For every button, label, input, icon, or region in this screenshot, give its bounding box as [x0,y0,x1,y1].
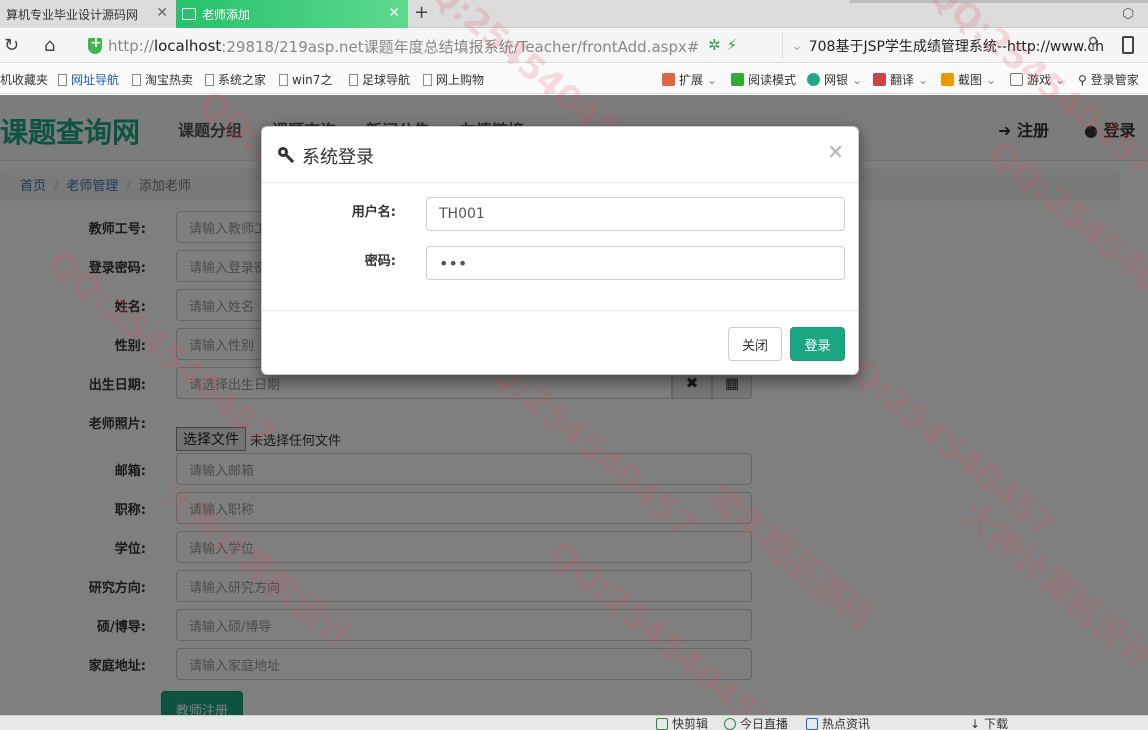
chevron-down-icon: ⌄ [852,72,863,87]
chevron-down-icon: ⌄ [918,72,929,87]
live-stream[interactable]: 今日直播 [724,716,788,730]
extensions-icon [662,73,675,86]
tab-label: 算机专业毕业设计源码网 [6,7,139,22]
browser-status-bar: 快剪辑 今日直播 热点资讯 ↓ 下载 [0,715,1148,730]
bookmark-taobao[interactable]: 淘宝热卖 [132,71,193,88]
search-icon: ⚲ [1078,72,1087,87]
doc-icon [132,73,141,86]
login-dialog: 系统登录 × 用户名: TH001 密码: ••• 关闭 登录 [261,126,859,375]
extensions-menu[interactable]: 扩展 ⌄ [662,71,717,88]
bookmark-bar: 机收藏夹 网址导航 淘宝热卖 系统之家 win7之 足球导航 网上购物 扩展 ⌄ … [0,64,1148,94]
password-input[interactable]: ••• [426,246,845,280]
security-shield-icon [88,35,102,54]
bookmark-football[interactable]: 足球导航 [349,71,410,88]
url-prefix: http:// [108,37,154,55]
reader-mode[interactable]: 阅读模式 [731,71,796,88]
bookmark-favorites[interactable]: 机收藏夹 [0,71,48,88]
book-icon [731,73,744,86]
chevron-down-icon[interactable]: ⌄ [791,38,803,54]
login-button[interactable]: 登录 [790,327,845,361]
chevron-down-icon: ⌄ [986,72,997,87]
doc-icon [423,73,432,86]
quick-clip[interactable]: 快剪辑 [656,716,708,730]
tab-close-icon[interactable]: ✕ [388,6,400,20]
screenshot-menu[interactable]: 截图 ⌄ [941,71,996,88]
phone-icon[interactable] [1122,36,1134,54]
games-menu[interactable]: 游戏 ⌄ [1010,71,1065,88]
tab-label: 老师添加 [202,7,251,22]
chevron-down-icon: ⌄ [1055,72,1066,87]
bank-icon [807,73,820,86]
browser-tab-bar: 算机专业毕业设计源码网 ✕ 老师添加 ✕ + ⬡ [0,0,1148,28]
search-text: 708基于JSP学生成绩管理系统--http://www.ch [808,39,1104,55]
dialog-title: 系统登录 [278,143,374,169]
new-tab-icon[interactable]: + [414,3,429,23]
translate-menu[interactable]: 翻译 ⌄ [873,71,928,88]
doc-icon [58,73,67,86]
close-button[interactable]: 关闭 [728,327,782,361]
dialog-header: 系统登录 × [262,127,858,183]
dialog-footer: 关闭 登录 [262,310,858,374]
translate-icon [873,73,886,86]
login-manager[interactable]: ⚲ 登录管家 [1078,71,1139,88]
doc-icon [349,73,358,86]
tab-close-icon[interactable]: ✕ [156,6,168,20]
bookmark-win7[interactable]: win7之 [279,71,332,88]
chevron-down-icon: ⌄ [707,72,718,87]
tab-source-code-site[interactable]: 算机专业毕业设计源码网 ✕ [0,0,176,28]
downloads[interactable]: ↓ 下载 [970,716,1008,730]
play-icon [724,717,736,730]
search-input[interactable]: ⌄ 708基于JSP学生成绩管理系统--http://www.ch [782,33,1112,59]
home-icon[interactable]: ⌂ [44,36,55,56]
username-input[interactable]: TH001 [426,197,845,231]
doc-icon [279,73,288,86]
close-icon[interactable]: × [827,141,844,161]
refresh-icon[interactable]: ↻ [4,36,19,56]
password-label: 密码: [364,254,396,269]
news-icon [806,717,818,730]
username-label: 用户名: [351,205,396,220]
key-icon [278,147,296,165]
hot-news[interactable]: 热点资讯 [806,716,870,730]
bookmark-system-home[interactable]: 系统之家 [205,71,266,88]
tab-teacher-add[interactable]: 老师添加 ✕ [176,0,408,28]
url-field[interactable]: http://localhost:29818/219asp.net课题年度总结填… [80,32,780,60]
window-top-strip [850,0,1148,3]
search-icon[interactable]: ⚲ [1088,35,1098,51]
clip-icon [656,717,668,730]
bookmark-shopping[interactable]: 网上购物 [423,71,484,88]
online-banking[interactable]: 网银 ⌄ [807,71,862,88]
page-icon [182,8,196,20]
scissors-icon [941,73,954,86]
speed-mode-icons[interactable]: ✲⚡ [708,36,743,54]
download-icon: ↓ [970,716,981,730]
url-path: :29818/219asp.net课题年度总结填报系统/Teacher/fron… [221,37,700,56]
bookmark-nav-sites[interactable]: 网址导航 [58,71,119,88]
skin-icon[interactable]: ⬡ [1122,6,1134,22]
url-host: localhost [153,37,222,55]
gamepad-icon [1010,73,1023,86]
address-bar: ↻ ⌂ http://localhost:29818/219asp.net课题年… [0,29,1148,63]
doc-icon [205,73,214,86]
